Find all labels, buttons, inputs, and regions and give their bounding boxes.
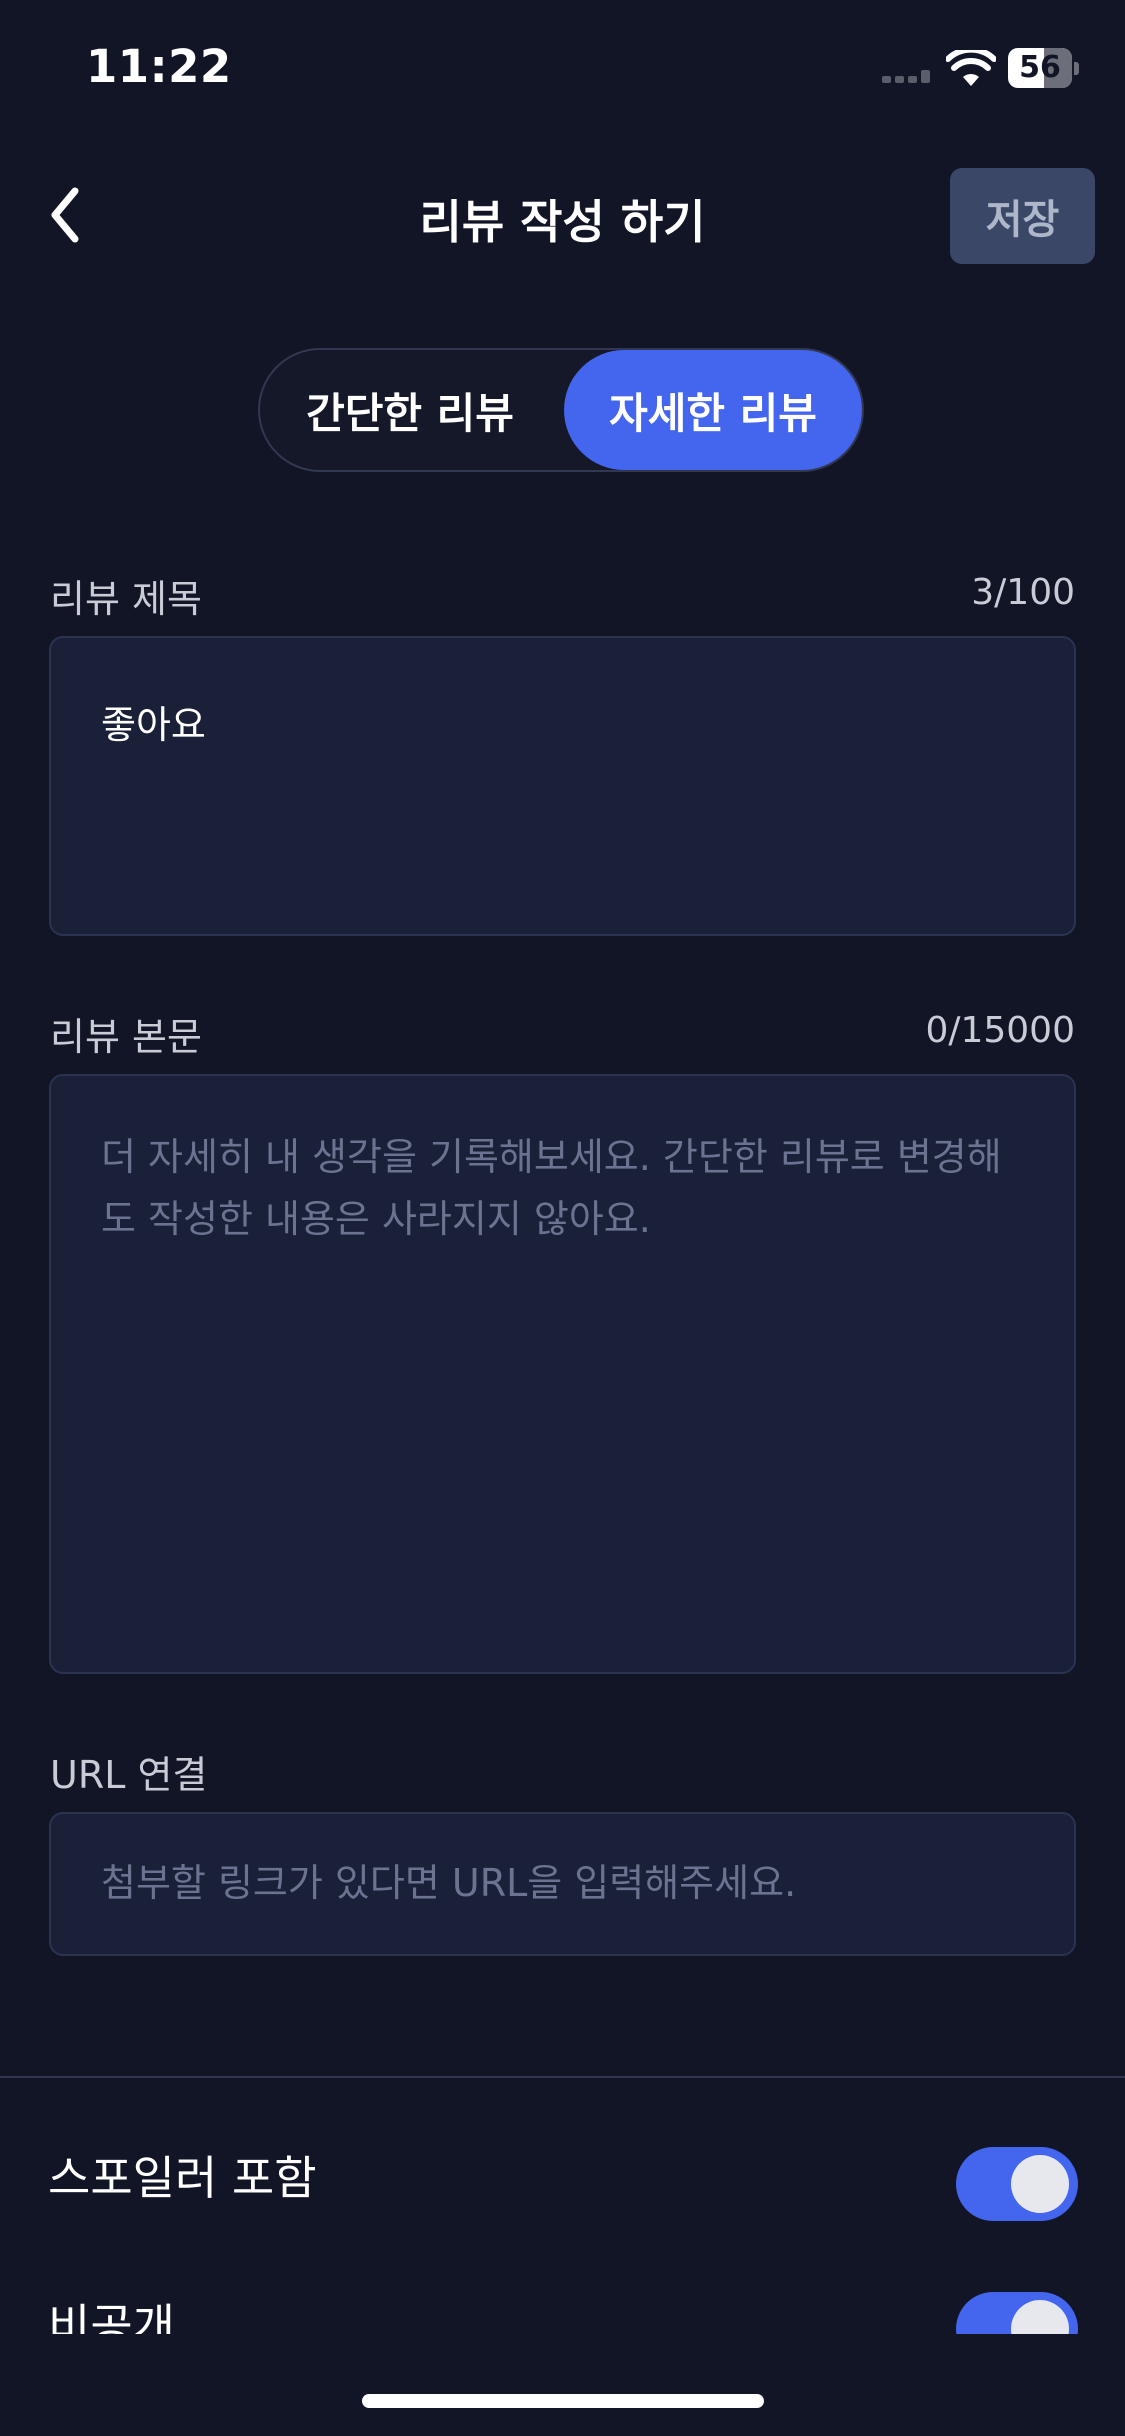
review-body-placeholder-line-2: 도 작성한 내용은 사라지지 않아요. xyxy=(101,1197,651,1241)
signal-icon xyxy=(882,70,930,83)
nav-bar: 리뷰 작성 하기 저장 xyxy=(0,160,1125,270)
spoiler-row: 스포일러 포함 xyxy=(0,2122,1125,2242)
review-title-value: 좋아요 xyxy=(101,703,206,747)
spoiler-switch[interactable] xyxy=(956,2147,1078,2221)
detailed-review-tab[interactable]: 자세한 리뷰 xyxy=(564,350,862,470)
review-title-count: 3/100 xyxy=(971,572,1075,613)
review-write-screen: 11:22 56 리뷰 작성 하기 저장 간단한 리뷰 자세한 리뷰 리뷰 제목… xyxy=(0,0,1125,2436)
review-title-input[interactable]: 좋아요 xyxy=(49,636,1076,936)
battery-level: 56 xyxy=(1019,50,1061,85)
url-placeholder: 첨부할 링크가 있다면 URL을 입력해주세요. xyxy=(101,1861,797,1905)
simple-review-tab[interactable]: 간단한 리뷰 xyxy=(260,350,560,470)
status-time: 11:22 xyxy=(86,40,232,93)
status-bar: 11:22 56 xyxy=(0,0,1125,132)
review-title-label: 리뷰 제목 xyxy=(50,577,202,621)
section-divider xyxy=(0,2076,1125,2078)
url-input[interactable]: 첨부할 링크가 있다면 URL을 입력해주세요. xyxy=(49,1812,1076,1956)
bottom-safe-area xyxy=(0,2334,1125,2436)
spoiler-label: 스포일러 포함 xyxy=(48,2151,317,2205)
review-body-textarea[interactable]: 더 자세히 내 생각을 기록해보세요. 간단한 리뷰로 변경해 도 작성한 내용… xyxy=(49,1074,1076,1674)
battery-icon: 56 xyxy=(1008,48,1079,90)
review-body-label: 리뷰 본문 xyxy=(50,1015,202,1059)
review-body-count: 0/15000 xyxy=(925,1010,1075,1051)
url-label: URL 연결 xyxy=(50,1753,208,1797)
switch-knob xyxy=(1011,2155,1069,2213)
review-mode-toggle: 간단한 리뷰 자세한 리뷰 xyxy=(258,348,864,472)
save-button[interactable]: 저장 xyxy=(950,168,1095,264)
wifi-icon xyxy=(946,50,996,86)
review-body-placeholder: 더 자세히 내 생각을 기록해보세요. 간단한 리뷰로 변경해 도 작성한 내용… xyxy=(101,1126,1024,1250)
review-body-placeholder-line-1: 더 자세히 내 생각을 기록해보세요. 간단한 리뷰로 변경해 xyxy=(101,1135,1002,1179)
home-indicator xyxy=(362,2394,764,2408)
